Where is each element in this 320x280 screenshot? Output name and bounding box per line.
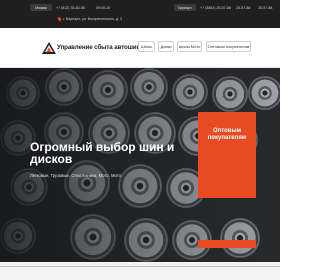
phone-right-2[interactable]: 25-57-88 bbox=[236, 6, 250, 10]
city-select-left[interactable]: Москва bbox=[30, 4, 52, 11]
location-icon bbox=[57, 16, 62, 22]
phone-right[interactable]: +7 (3852) 25-57-88 bbox=[200, 6, 231, 10]
wholesale-promo-card[interactable]: Оптовым покупателям bbox=[198, 112, 256, 198]
logo-icon[interactable] bbox=[42, 42, 56, 54]
phone-left[interactable]: +7 (812) 35-50-55 bbox=[56, 6, 85, 10]
top-bar: Москва +7 (812) 35-50-55 09:00-20 г. Бар… bbox=[0, 0, 280, 28]
brand-name[interactable]: Управление сбыта автошин bbox=[57, 44, 140, 51]
nav-tyres[interactable]: Шины bbox=[138, 41, 155, 52]
hours-left: 09:00-20 bbox=[96, 6, 111, 10]
wholesale-promo-label: Оптовым покупателям bbox=[207, 128, 247, 141]
address-text: г. Барнаул, ул. Воскресенского, д. 3 bbox=[63, 17, 123, 21]
bottom-strip bbox=[0, 262, 280, 280]
promo-accent-strip bbox=[198, 240, 256, 248]
nav-wheels[interactable]: Диски bbox=[158, 41, 174, 52]
nav-moto-tyres[interactable]: Шины Мото bbox=[177, 41, 202, 52]
hero-title: Огромный выбор шин и дисков bbox=[30, 140, 175, 166]
nav-wholesale[interactable]: Оптовым покупателям bbox=[206, 41, 251, 52]
hero-subtitle: Легковые, Грузовые, Спецтехника, Мото, М… bbox=[30, 173, 121, 178]
city-select-right[interactable]: Барнаул bbox=[174, 4, 196, 11]
phone-right-3[interactable]: 25-57-88 bbox=[258, 6, 272, 10]
divider bbox=[0, 266, 280, 267]
